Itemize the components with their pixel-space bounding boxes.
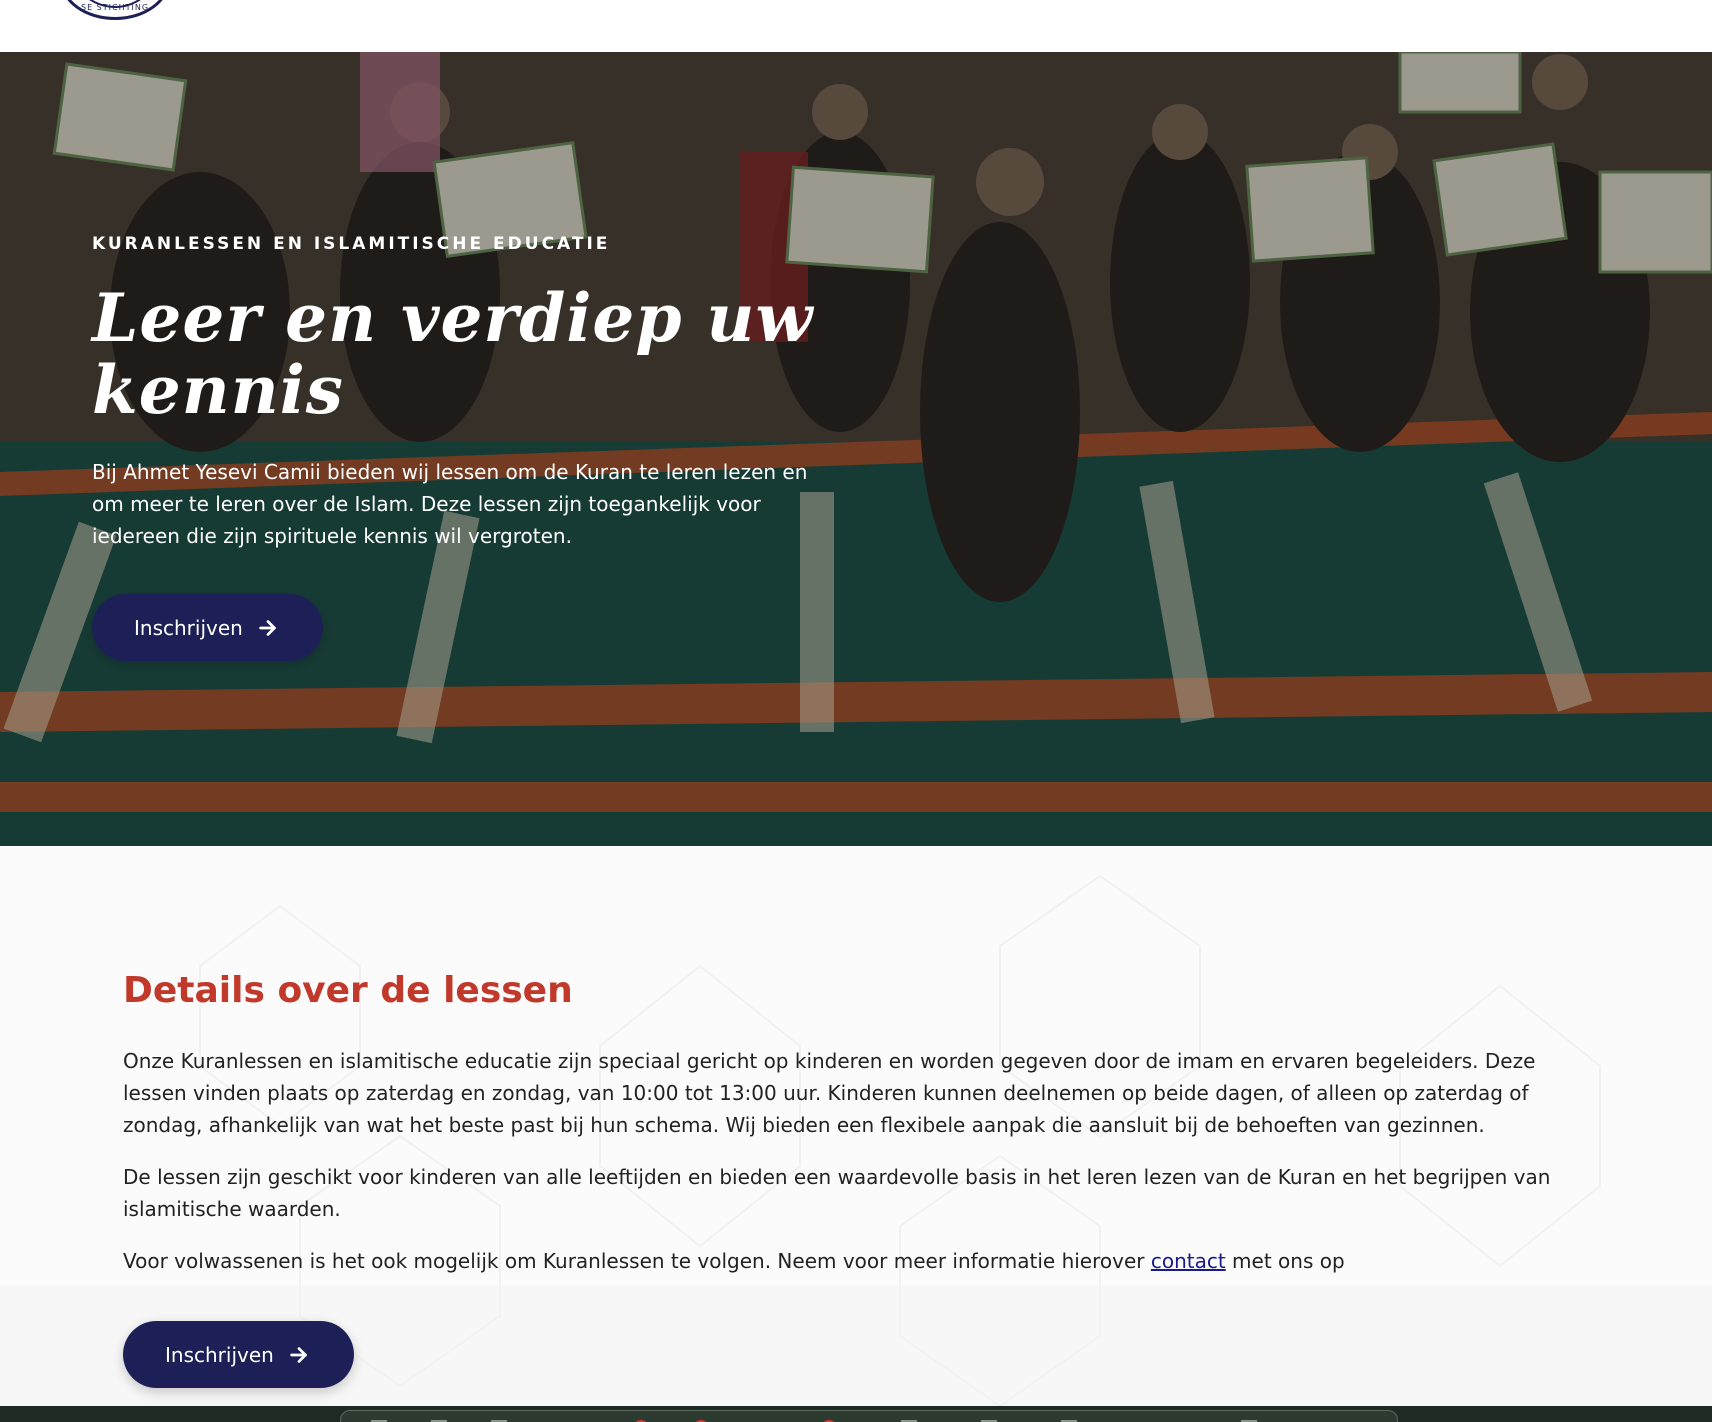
- hero-section: KURANLESSEN EN ISLAMITISCHE EDUCATIE Lee…: [0, 52, 1712, 846]
- hero-title: Leer en verdiep uw kennis: [92, 279, 814, 429]
- site-header: SE STICHTING: [0, 0, 1712, 52]
- details-register-button-label: Inschrijven: [165, 1342, 274, 1367]
- details-paragraph-3-text-before: Voor volwassenen is het ook mogelijk om …: [123, 1249, 1151, 1273]
- hero-content: KURANLESSEN EN ISLAMITISCHE EDUCATIE Lee…: [92, 234, 832, 552]
- hero-register-button[interactable]: Inschrijven: [92, 594, 323, 661]
- hero-register-button-label: Inschrijven: [134, 615, 243, 640]
- details-title: Details over de lessen: [123, 970, 573, 1011]
- details-paragraph-2: De lessen zijn geschikt voor kinderen va…: [123, 1165, 1551, 1221]
- details-content: Details over de lessen Onze Kuranlessen …: [123, 970, 1563, 1277]
- details-section: Details over de lessen Onze Kuranlessen …: [0, 846, 1712, 1406]
- arrow-right-icon: [259, 619, 276, 636]
- site-logo[interactable]: SE STICHTING: [60, 0, 170, 20]
- hero-eyebrow: KURANLESSEN EN ISLAMITISCHE EDUCATIE: [92, 234, 611, 254]
- footer-strip: [0, 1406, 1712, 1422]
- logo-text: SE STICHTING: [80, 3, 150, 12]
- details-paragraph-3-text-after: met ons op: [1225, 1249, 1345, 1273]
- details-paragraph-1: Onze Kuranlessen en islamitische educati…: [123, 1049, 1536, 1137]
- arrow-right-icon: [290, 1346, 307, 1363]
- contact-link[interactable]: contact: [1151, 1249, 1226, 1273]
- hero-description: Bij Ahmet Yesevi Camii bieden wij lessen…: [92, 460, 808, 548]
- footer-toolbar: [340, 1410, 1398, 1422]
- details-register-button[interactable]: Inschrijven: [123, 1321, 354, 1388]
- details-paragraph-3: Voor volwassenen is het ook mogelijk om …: [123, 1245, 1563, 1277]
